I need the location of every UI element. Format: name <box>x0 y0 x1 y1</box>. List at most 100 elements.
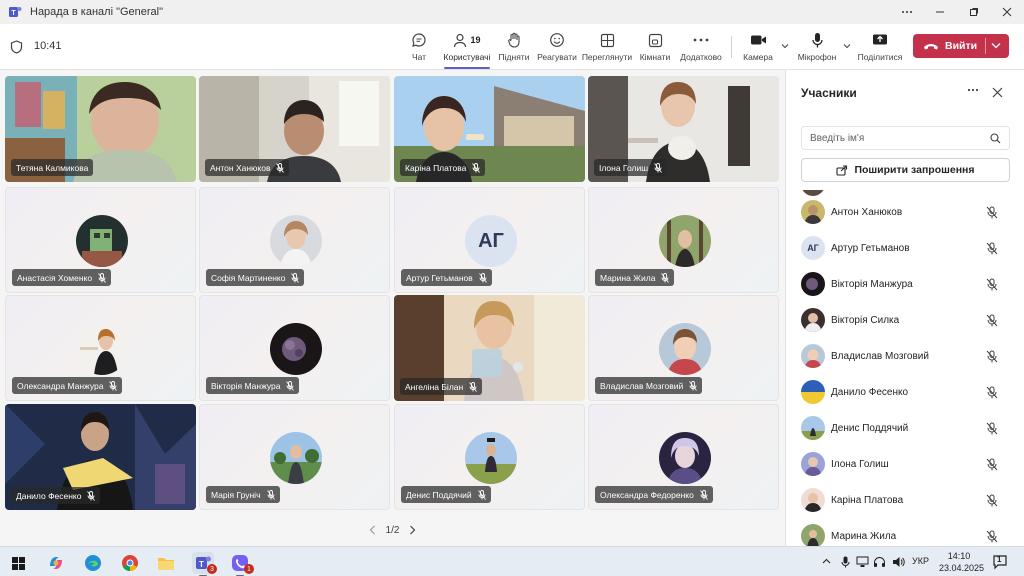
next-page-icon[interactable] <box>409 525 416 535</box>
system-clock[interactable]: 14:10 23.04.2025 <box>939 550 985 574</box>
mic-off-icon <box>469 381 478 392</box>
chrome-taskbar-button[interactable] <box>119 552 141 574</box>
copilot-taskbar-button[interactable] <box>45 552 67 574</box>
avatar-initials: АГ <box>465 215 517 267</box>
mic-options-chevron-icon[interactable] <box>843 43 851 49</box>
headphones-tray-icon[interactable] <box>873 556 886 568</box>
participant-list: Антон Ханюков АГ Артур Гетьманов Вікторі… <box>786 190 1024 546</box>
clock-date: 23.04.2025 <box>939 563 985 573</box>
ellipsis-icon[interactable] <box>967 88 979 92</box>
view-label: Переглянути <box>581 52 633 62</box>
avatar-initials: АГ <box>801 236 825 260</box>
participant-name: Ангеліна Білан <box>405 381 464 392</box>
camera-options-chevron-icon[interactable] <box>781 43 789 49</box>
participant-tile[interactable]: Олександра Федоренко <box>588 404 779 510</box>
video-stage: Тетяна Калмикова Антон Ханюков Каріна Пл… <box>0 70 785 546</box>
language-indicator[interactable]: УКР <box>912 556 929 566</box>
people-button[interactable]: 19 Користувачі <box>440 29 494 69</box>
chat-icon <box>412 33 426 47</box>
video-tile[interactable]: Данило Фесенко <box>5 404 196 510</box>
people-count: 19 <box>470 35 481 45</box>
participant-name: Марина Жила <box>600 272 656 283</box>
chat-button[interactable]: Чат <box>405 29 433 65</box>
participant-name-tag: Денис Поддячий <box>401 486 491 503</box>
viber-taskbar-button[interactable]: 1 <box>229 552 254 576</box>
react-button[interactable]: Реагувати <box>536 29 578 65</box>
edge-icon <box>85 555 101 571</box>
chat-label: Чат <box>411 52 427 62</box>
participant-name: Данило Фесенко <box>16 490 82 501</box>
list-item[interactable]: Ілона Голиш <box>786 446 1024 482</box>
participant-tile[interactable]: Вікторія Манжура <box>199 295 390 401</box>
share-invite-button[interactable]: Поширити запрошення <box>801 158 1010 182</box>
avatar <box>801 380 825 404</box>
teams-taskbar-button[interactable]: T3 <box>192 552 217 576</box>
participant-name-tag: Олександра Федоренко <box>595 486 713 503</box>
avatar <box>659 215 711 267</box>
mic-off-icon <box>986 386 998 398</box>
avatar <box>801 524 825 546</box>
list-item[interactable]: Данило Фесенко <box>786 374 1024 410</box>
participant-tile[interactable]: Денис Поддячий <box>394 404 585 510</box>
mic-off-icon <box>477 489 486 500</box>
leave-button[interactable]: Вийти <box>913 34 1009 58</box>
close-window-button[interactable] <box>990 0 1024 24</box>
window-more-button[interactable] <box>890 0 924 24</box>
close-icon[interactable] <box>992 87 1003 98</box>
gallery-pager: 1/2 <box>0 522 785 538</box>
video-tile[interactable]: Ангеліна Білан <box>394 295 585 401</box>
participant-name-tag: Марія Груніч <box>206 486 280 503</box>
participant-tile[interactable]: Софія Мартиненко <box>199 187 390 293</box>
more-actions-button[interactable]: Додатково <box>678 29 724 65</box>
participant-search-input[interactable]: Введіть ім'я <box>801 126 1010 150</box>
previous-page-icon[interactable] <box>369 525 376 535</box>
leave-options-chevron-icon[interactable] <box>991 42 1001 49</box>
participant-tile[interactable]: Олександра Манжура <box>5 295 196 401</box>
start-button[interactable] <box>7 552 29 574</box>
view-button[interactable]: Переглянути <box>581 29 633 65</box>
participant-tile[interactable]: АГ Артур Гетьманов <box>394 187 585 293</box>
list-item[interactable]: Антон Ханюков <box>786 194 1024 230</box>
rooms-icon <box>648 33 662 47</box>
raise-hand-button[interactable]: Підняти <box>497 29 531 65</box>
video-tile[interactable]: Тетяна Калмикова <box>5 76 196 182</box>
participant-name-tag: Владислав Мозговий <box>595 377 703 394</box>
list-item[interactable]: Марина Жила <box>786 518 1024 546</box>
participant-tile[interactable]: Анастасія Хоменко <box>5 187 196 293</box>
participant-name: Вікторія Силка <box>831 314 900 326</box>
participant-tile[interactable]: Марія Груніч <box>199 404 390 510</box>
minimize-button[interactable] <box>923 0 957 24</box>
video-tile[interactable]: Ілона Голиш <box>588 76 779 182</box>
rooms-button[interactable]: Кімнати <box>638 29 672 65</box>
list-item[interactable]: Владислав Мозговий <box>786 338 1024 374</box>
edge-taskbar-button[interactable] <box>82 552 104 574</box>
ethernet-tray-icon[interactable] <box>856 556 869 568</box>
participant-tile[interactable]: Марина Жила <box>588 187 779 293</box>
participant-name-tag: Тетяна Калмикова <box>11 159 94 176</box>
microphone-button[interactable]: Мікрофон <box>796 29 838 65</box>
window-title: Нарада в каналі "General" <box>30 6 164 18</box>
list-item[interactable]: Вікторія Манжура <box>786 266 1024 302</box>
svg-text:T: T <box>11 10 16 17</box>
video-tile[interactable]: Каріна Платова <box>394 76 585 182</box>
maximize-button[interactable] <box>957 0 991 24</box>
participant-name-tag: Вікторія Манжура <box>206 377 300 394</box>
video-tile[interactable]: Антон Ханюков <box>199 76 390 182</box>
list-item[interactable]: Вікторія Силка <box>786 302 1024 338</box>
microphone-tray-icon[interactable] <box>841 556 850 568</box>
volume-tray-icon[interactable] <box>892 556 905 568</box>
camera-button[interactable]: Камера <box>742 29 774 65</box>
title-bar: T Нарада в каналі "General" <box>0 0 1024 24</box>
share-screen-button[interactable]: Поділитися <box>857 29 903 65</box>
participant-tile[interactable]: Владислав Мозговий <box>588 295 779 401</box>
participants-panel: Учасники Введіть ім'я Поширити запрошенн… <box>785 70 1024 546</box>
list-item[interactable]: Денис Поддячий <box>786 410 1024 446</box>
teams-app-icon: T <box>9 7 22 17</box>
list-item[interactable]: Каріна Платова <box>786 482 1024 518</box>
chevron-up-icon[interactable] <box>822 558 831 564</box>
notification-center-button[interactable]: 1 <box>992 554 1008 570</box>
list-item[interactable]: АГ Артур Гетьманов <box>786 230 1024 266</box>
windows-taskbar: T3 1 УКР 14:10 23.04.2025 1 <box>0 546 1024 576</box>
participant-name: Денис Поддячий <box>831 422 909 434</box>
file-explorer-taskbar-button[interactable] <box>155 552 177 574</box>
